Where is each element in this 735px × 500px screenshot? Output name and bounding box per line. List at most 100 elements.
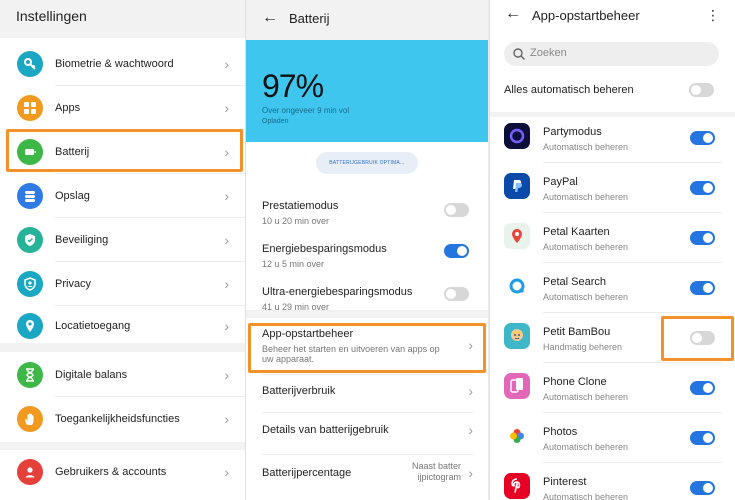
settings-item-battery[interactable]: Batterij › — [0, 130, 245, 174]
chevron-right-icon: › — [224, 367, 229, 383]
app-row-paypal[interactable]: PayPal Automatisch beheren — [490, 164, 735, 213]
mode-remaining: 41 u 29 min over — [262, 302, 330, 312]
settings-item-biometrics[interactable]: Biometrie & wachtwoord › — [0, 42, 245, 86]
settings-item-accessibility[interactable]: Toegankelijkheidsfuncties › — [0, 397, 245, 441]
nav-battery-percentage[interactable]: Batterijpercentage Naast batter ijpictog… — [246, 455, 488, 499]
chevron-right-icon: › — [224, 56, 229, 72]
battery-percentage: 97% — [262, 68, 324, 104]
settings-item-label: Privacy — [55, 278, 92, 290]
app-launch-toggle[interactable] — [690, 281, 715, 295]
settings-item-digital-balance[interactable]: Digitale balans › — [0, 353, 245, 397]
app-manage-mode: Handmatig beheren — [543, 342, 623, 352]
shield-icon — [17, 227, 43, 253]
app-name: Phone Clone — [543, 376, 607, 388]
nav-battery-usage[interactable]: Batterijverbruik › — [246, 375, 488, 413]
ultra-power-saving-toggle[interactable] — [444, 287, 469, 301]
pinterest-icon — [504, 473, 530, 499]
petit-bambou-icon — [504, 323, 530, 349]
app-name: Petal Kaarten — [543, 226, 610, 238]
chevron-right-icon: › — [224, 411, 229, 427]
app-manage-mode: Automatisch beheren — [543, 192, 629, 202]
settings-item-security[interactable]: Beveiliging › — [0, 218, 245, 262]
nav-battery-details[interactable]: Details van batterijgebruik › — [246, 413, 488, 455]
app-row-petal-kaarten[interactable]: Petal Kaarten Automatisch beheren — [490, 214, 735, 263]
settings-item-privacy[interactable]: Privacy › — [0, 262, 245, 306]
partymode-icon — [504, 123, 530, 149]
nav-label: Details van batterijgebruik — [262, 424, 389, 436]
chevron-right-icon: › — [224, 232, 229, 248]
settings-item-label: Toegankelijkheidsfuncties — [55, 413, 180, 425]
app-row-petit-bambou[interactable]: Petit BamBou Handmatig beheren — [490, 314, 735, 363]
app-launch-toggle[interactable] — [690, 481, 715, 495]
settings-item-apps[interactable]: Apps › — [0, 86, 245, 130]
settings-item-users-accounts[interactable]: Gebruikers & accounts › — [0, 450, 245, 494]
app-row-pinterest[interactable]: Pinterest Automatisch beheren — [490, 464, 735, 500]
app-launch-toggle[interactable] — [690, 231, 715, 245]
photos-icon — [504, 423, 530, 449]
mode-row-power-saving[interactable]: Energiebesparingsmodus 12 u 5 min over — [246, 231, 488, 274]
app-manage-mode: Automatisch beheren — [543, 392, 629, 402]
mode-label: Prestatiemodus — [262, 200, 339, 212]
app-name: Photos — [543, 426, 578, 438]
settings-item-label: Digitale balans — [55, 369, 128, 381]
nav-label: App-opstartbeheer — [262, 328, 354, 340]
app-name: PayPal — [543, 176, 578, 188]
battery-icon — [17, 139, 43, 165]
settings-item-label: Gebruikers & accounts — [55, 466, 167, 478]
chevron-right-icon: › — [224, 188, 229, 204]
settings-group-wellbeing: Digitale balans › Toegankelijkheidsfunct… — [0, 352, 245, 442]
app-manage-mode: Automatisch beheren — [543, 242, 629, 252]
chevron-right-icon: › — [224, 464, 229, 480]
app-launch-toggle[interactable] — [690, 331, 715, 345]
nav-app-launch[interactable]: App-opstartbeheer Beheer het starten en … — [246, 318, 488, 373]
app-row-phone-clone[interactable]: Phone Clone Automatisch beheren — [490, 364, 735, 413]
manage-all-toggle[interactable] — [689, 83, 714, 97]
divider — [543, 262, 722, 263]
app-manage-mode: Automatisch beheren — [543, 442, 629, 452]
app-name: Petal Search — [543, 276, 606, 288]
page-title: Batterij — [289, 11, 330, 26]
back-arrow-icon[interactable]: ← — [262, 9, 278, 27]
nav-description: Beheer het starten en uitvoeren van apps… — [262, 344, 440, 364]
mode-label: Ultra-energiebesparingsmodus — [262, 286, 413, 298]
app-manage-mode: Automatisch beheren — [543, 142, 629, 152]
chevron-right-icon: › — [468, 465, 473, 481]
mode-row-performance[interactable]: Prestatiemodus 10 u 20 min over — [246, 188, 488, 231]
optimize-battery-button[interactable]: BATTERIJGEBRUIK OPTIMA... — [316, 152, 418, 174]
back-arrow-icon[interactable]: ← — [505, 5, 521, 23]
app-launch-toggle[interactable] — [690, 131, 715, 145]
settings-item-label: Beveiliging — [55, 234, 109, 246]
power-saving-toggle[interactable] — [444, 244, 469, 258]
chevron-right-icon: › — [468, 383, 473, 399]
divider — [543, 462, 722, 463]
app-row-photos[interactable]: Photos Automatisch beheren — [490, 414, 735, 463]
settings-item-label: Batterij — [55, 146, 90, 158]
app-launch-toggle[interactable] — [690, 431, 715, 445]
battery-nav-group: App-opstartbeheer Beheer het starten en … — [246, 318, 488, 500]
app-launch-toggle[interactable] — [690, 381, 715, 395]
app-launch-panel: ← App-opstartbeheer ⋮ Zoeken Alles autom… — [489, 0, 735, 500]
battery-status-card: 97% Over ongeveer 9 min vol Opladen — [246, 40, 488, 142]
page-title: Instellingen — [16, 8, 87, 24]
storage-icon — [17, 183, 43, 209]
app-name: Petit BamBou — [543, 326, 611, 338]
settings-item-label: Biometrie & wachtwoord — [55, 58, 174, 70]
search-bar[interactable]: Zoeken — [504, 42, 719, 66]
mode-row-ultra-power-saving[interactable]: Ultra-energiebesparingsmodus 41 u 29 min… — [246, 274, 488, 317]
app-row-petal-search[interactable]: Petal Search Automatisch beheren — [490, 264, 735, 313]
settings-item-location[interactable]: Locatietoegang › — [0, 304, 245, 348]
hand-icon — [17, 406, 43, 432]
chevron-right-icon: › — [224, 318, 229, 334]
battery-remaining: Over ongeveer 9 min vol — [262, 106, 350, 115]
performance-mode-toggle[interactable] — [444, 203, 469, 217]
more-options-icon[interactable]: ⋮ — [706, 7, 720, 24]
app-launch-toggle[interactable] — [690, 181, 715, 195]
paypal-icon — [504, 173, 530, 199]
key-icon — [17, 51, 43, 77]
settings-item-storage[interactable]: Opslag › — [0, 174, 245, 218]
app-manage-mode: Automatisch beheren — [543, 492, 629, 500]
mode-remaining: 12 u 5 min over — [262, 259, 325, 269]
app-row-partymodus[interactable]: Partymodus Automatisch beheren — [490, 114, 735, 163]
page-title: App-opstartbeheer — [532, 8, 640, 23]
settings-item-label: Opslag — [55, 190, 90, 202]
